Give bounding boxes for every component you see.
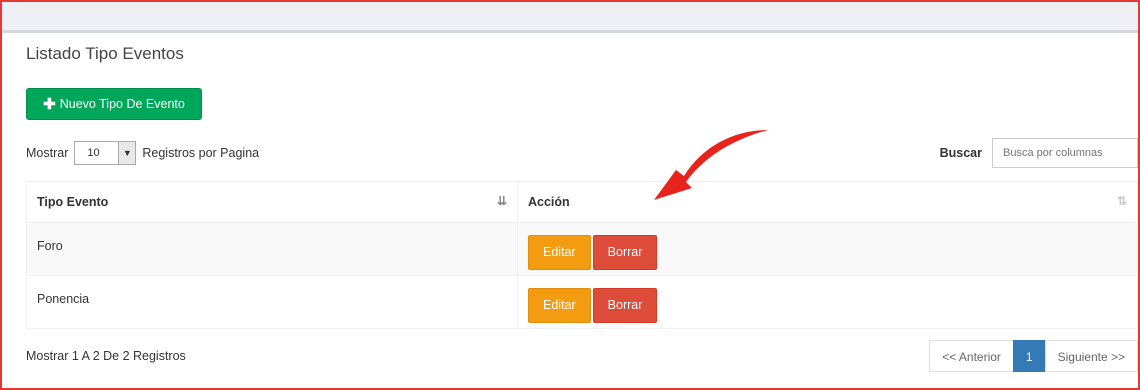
- page-length-value: 10: [87, 147, 100, 159]
- action-cell: Editar Borrar: [517, 222, 1138, 276]
- caret-down-icon: ▼: [118, 142, 136, 164]
- sort-ascending-icon: ⇊: [496, 194, 507, 208]
- page-length-select[interactable]: 10 ▼: [74, 141, 137, 165]
- page-title: Listado Tipo Eventos: [26, 44, 184, 63]
- table-row: Ponencia Editar Borrar: [26, 275, 1138, 329]
- sort-icon: ⇅: [1116, 194, 1127, 208]
- action-cell: Editar Borrar: [517, 275, 1138, 329]
- search-label: Buscar: [939, 146, 982, 160]
- edit-button[interactable]: Editar: [528, 234, 591, 270]
- table-row: Foro Editar Borrar: [26, 222, 1138, 276]
- column-header-accion[interactable]: Acción ⇅: [517, 181, 1138, 223]
- search-control: Buscar: [940, 138, 1138, 168]
- screenshot-frame: Listado Tipo Eventos ✚ Nuevo Tipo De Eve…: [0, 0, 1140, 390]
- edit-button[interactable]: Editar: [528, 287, 591, 323]
- tipo-evento-cell: Ponencia: [26, 275, 518, 329]
- new-event-type-button[interactable]: ✚ Nuevo Tipo De Evento: [26, 88, 202, 120]
- page-length-control: Mostrar 10 ▼ Registros por Pagina: [26, 141, 259, 165]
- column-header-tipo-evento[interactable]: Tipo Evento ⇊: [26, 181, 518, 223]
- plus-icon: ✚: [43, 96, 56, 113]
- event-types-table: Tipo Evento ⇊ Acción ⇅ Foro Editar Borrar…: [26, 181, 1138, 329]
- next-page-button[interactable]: Siguiente >>: [1044, 340, 1138, 372]
- page-button-current[interactable]: 1: [1012, 340, 1046, 372]
- delete-button[interactable]: Borrar: [592, 287, 658, 323]
- show-label: Mostrar: [26, 146, 69, 160]
- per-page-label: Registros por Pagina: [142, 146, 260, 160]
- annotation-arrow-icon: [654, 130, 768, 200]
- top-bar: [2, 2, 1138, 33]
- new-event-type-label: Nuevo Tipo De Evento: [59, 97, 185, 111]
- delete-button[interactable]: Borrar: [592, 234, 658, 270]
- previous-page-button[interactable]: << Anterior: [929, 340, 1014, 372]
- pagination: << Anterior 1 Siguiente >>: [929, 340, 1138, 372]
- tipo-evento-cell: Foro: [26, 222, 518, 276]
- search-input[interactable]: [992, 138, 1138, 168]
- table-info: Mostrar 1 A 2 De 2 Registros: [26, 349, 186, 363]
- table-header-row: Tipo Evento ⇊ Acción ⇅: [26, 181, 1138, 223]
